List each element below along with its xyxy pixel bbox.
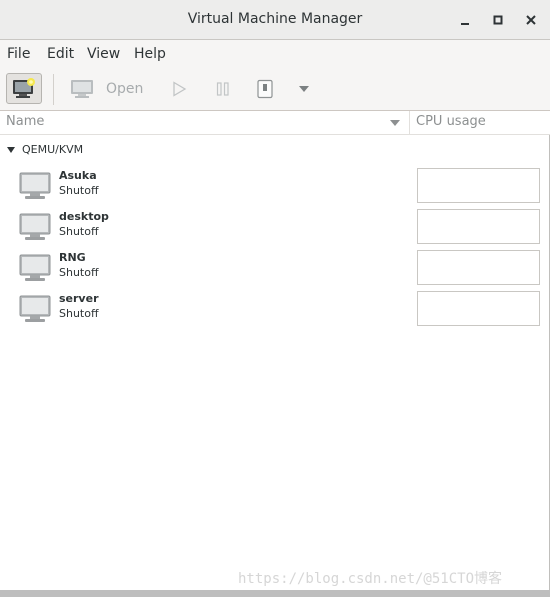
toolbar: Open	[0, 68, 550, 111]
play-icon[interactable]	[171, 81, 187, 97]
column-name[interactable]: Name	[6, 114, 44, 129]
close-icon[interactable]	[521, 10, 541, 30]
vm-name: server	[59, 292, 99, 305]
pause-icon[interactable]	[215, 81, 231, 97]
vm-row-desktop[interactable]: desktop Shutoff	[0, 209, 550, 250]
vm-monitor-icon	[19, 254, 51, 281]
vm-name: Asuka	[59, 169, 97, 182]
menu-edit[interactable]: Edit	[47, 46, 74, 62]
column-header: Name CPU usage	[0, 111, 550, 135]
menu-bar: File Edit View Help	[0, 40, 550, 68]
column-divider	[409, 111, 410, 135]
cpu-usage-graph	[417, 250, 540, 285]
desktop-background	[0, 590, 550, 597]
minimize-icon[interactable]	[455, 10, 475, 30]
menu-view[interactable]: View	[87, 46, 120, 62]
vm-monitor-icon	[19, 172, 51, 199]
vm-row-asuka[interactable]: Asuka Shutoff	[0, 168, 550, 209]
watermark: https://blog.csdn.net/@51CTO博客	[238, 571, 503, 587]
vm-monitor-icon	[19, 213, 51, 240]
column-cpu-usage[interactable]: CPU usage	[416, 114, 486, 129]
vm-monitor-icon	[19, 295, 51, 322]
open-console-icon	[71, 80, 93, 98]
cpu-usage-graph	[417, 168, 540, 203]
main-window: Virtual Machine Manager File Edit View H…	[0, 0, 550, 590]
vm-row-rng[interactable]: RNG Shutoff	[0, 250, 550, 291]
vm-row-server[interactable]: server Shutoff	[0, 291, 550, 332]
new-vm-icon	[13, 78, 35, 98]
vm-name: desktop	[59, 210, 109, 223]
menu-help[interactable]: Help	[134, 46, 166, 62]
new-vm-button[interactable]	[6, 73, 42, 104]
sort-dropdown-icon[interactable]	[389, 119, 401, 127]
vm-state: Shutoff	[59, 266, 99, 279]
cpu-usage-graph	[417, 209, 540, 244]
expander-icon[interactable]	[6, 146, 16, 154]
menu-file[interactable]: File	[7, 46, 30, 62]
title-bar: Virtual Machine Manager	[0, 0, 550, 40]
vm-state: Shutoff	[59, 184, 99, 197]
maximize-icon[interactable]	[488, 10, 508, 30]
connection-label: QEMU/KVM	[22, 143, 84, 156]
open-button[interactable]: Open	[106, 81, 143, 97]
shutdown-icon[interactable]	[256, 79, 274, 99]
vm-name: RNG	[59, 251, 86, 264]
shutdown-dropdown-icon[interactable]	[298, 85, 310, 93]
vm-state: Shutoff	[59, 225, 99, 238]
vm-state: Shutoff	[59, 307, 99, 320]
toolbar-separator	[53, 74, 54, 105]
cpu-usage-graph	[417, 291, 540, 326]
